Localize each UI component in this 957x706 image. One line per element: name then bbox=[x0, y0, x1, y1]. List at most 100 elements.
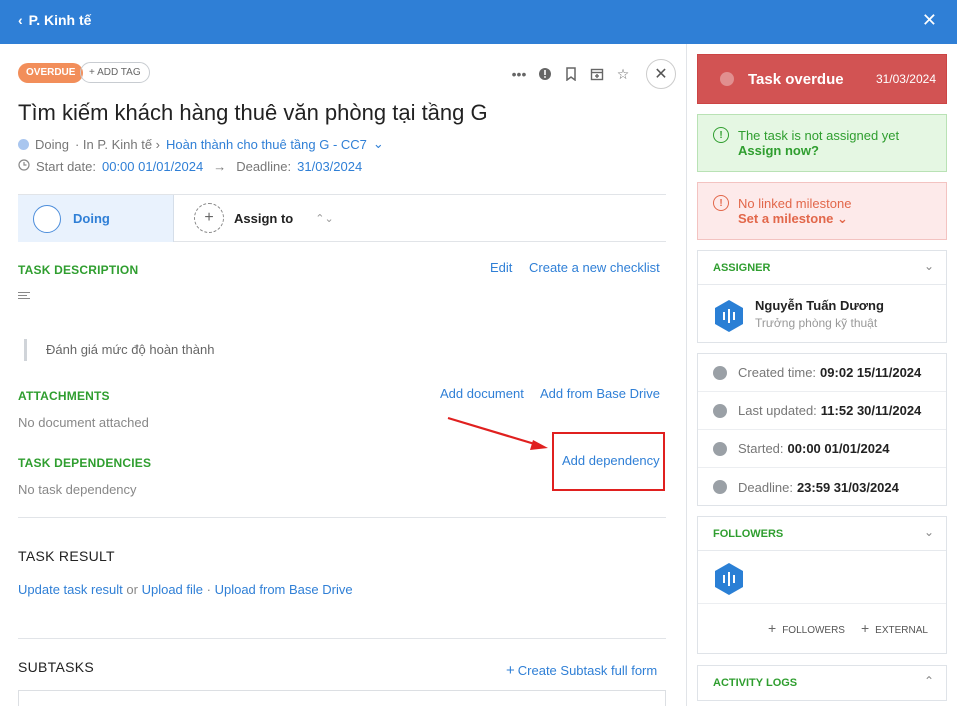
breadcrumb-separator: · In P. Kinh tế › bbox=[74, 136, 160, 152]
alert-icon[interactable] bbox=[536, 65, 554, 83]
milestone-card: ! No linked milestone Set a milestone ⌄ bbox=[697, 182, 947, 240]
create-checklist-link[interactable]: Create a new checklist bbox=[529, 260, 660, 275]
upload-file-link[interactable]: Upload file bbox=[142, 582, 203, 597]
plus-icon: + bbox=[506, 662, 515, 679]
assign-to-label: Assign to bbox=[234, 210, 294, 226]
assign-to-button[interactable]: + Assign to ⌃⌄ bbox=[194, 203, 334, 233]
clock-icon bbox=[713, 480, 727, 494]
task-breadcrumb: Doing · In P. Kinh tế › Hoàn thành cho t… bbox=[18, 136, 384, 152]
status-label: Doing bbox=[73, 211, 110, 226]
updown-chevron-icon: ⌃⌄ bbox=[315, 212, 334, 225]
not-assigned-card: ! The task is not assigned yet Assign no… bbox=[697, 114, 947, 172]
assigner-card: ASSIGNER ⌄ Nguyễn Tuấn Dương Trưởng phòn… bbox=[697, 250, 947, 343]
last-updated-value: 11:52 30/11/2024 bbox=[820, 403, 922, 418]
deadline-value[interactable]: 31/03/2024 bbox=[297, 159, 362, 174]
task-dates: Start date: 00:00 01/01/2024 → Deadline:… bbox=[18, 159, 362, 174]
deadline-row: Deadline: 23:59 31/03/2024 bbox=[698, 468, 946, 506]
task-dependencies-heading: TASK DEPENDENCIES bbox=[18, 456, 152, 470]
top-bar: ‹ P. Kinh tế ✕ bbox=[0, 0, 957, 44]
assigner-header: ASSIGNER ⌄ bbox=[698, 251, 946, 285]
alert-icon bbox=[720, 72, 734, 86]
chevron-down-icon[interactable]: ⌄ bbox=[373, 136, 384, 152]
attachments-heading: ATTACHMENTS bbox=[18, 389, 110, 403]
back-label: P. Kinh tế bbox=[28, 12, 92, 28]
dot-separator: · bbox=[203, 582, 215, 597]
warning-icon: ! bbox=[713, 195, 729, 211]
assign-now-link[interactable]: Assign now? bbox=[738, 143, 819, 158]
highlight-box bbox=[552, 432, 665, 491]
task-toolbar: ••• ☆ ✕ bbox=[510, 59, 676, 89]
activity-logs-card: ACTIVITY LOGS ⌃ bbox=[697, 665, 947, 701]
add-followers-button[interactable]: + FOLLOWERS bbox=[768, 620, 845, 636]
deadline-label: Deadline: bbox=[236, 159, 292, 174]
time-info-card: Created time: 09:02 15/11/2024 Last updat… bbox=[697, 353, 947, 506]
clock-icon bbox=[18, 159, 30, 174]
status-dot-icon bbox=[18, 138, 29, 150]
add-external-button[interactable]: + EXTERNAL bbox=[861, 620, 928, 636]
deadline-value: 23:59 31/03/2024 bbox=[796, 479, 899, 495]
followers-divider bbox=[698, 603, 946, 604]
star-icon[interactable]: ☆ bbox=[614, 65, 632, 83]
chevron-down-icon[interactable]: ⌄ bbox=[924, 525, 934, 539]
not-assigned-text: The task is not assigned yet bbox=[738, 128, 900, 143]
or-text: or bbox=[122, 582, 142, 597]
page-title: Tìm kiếm khách hàng thuê văn phòng tại t… bbox=[18, 100, 488, 125]
task-main-panel: OVERDUE + ADD TAG ••• ☆ ✕ Tìm kiếm khách… bbox=[0, 44, 686, 706]
plus-icon: + bbox=[860, 620, 870, 636]
subtasks-heading: SUBTASKS bbox=[18, 659, 95, 675]
overdue-date: 31/03/2024 bbox=[875, 72, 936, 86]
upload-drive-link[interactable]: Upload from Base Drive bbox=[215, 582, 353, 597]
status-text: Doing bbox=[35, 136, 69, 152]
status-ring-icon bbox=[33, 204, 61, 233]
close-task-icon[interactable]: ✕ bbox=[646, 59, 676, 89]
bookmark-icon[interactable] bbox=[562, 65, 580, 83]
assigner-role: Trưởng phòng kỹ thuật bbox=[755, 316, 878, 330]
clock-icon bbox=[713, 403, 727, 418]
section-divider bbox=[18, 517, 666, 518]
last-updated-row: Last updated: 11:52 30/11/2024 bbox=[698, 392, 946, 430]
followers-header: FOLLOWERS ⌄ bbox=[698, 517, 946, 551]
activity-logs-heading: ACTIVITY LOGS bbox=[713, 677, 798, 689]
started-label: Started: bbox=[738, 441, 784, 456]
update-result-link[interactable]: Update task result bbox=[18, 582, 123, 597]
assigner-name[interactable]: Nguyễn Tuấn Dương bbox=[755, 298, 884, 313]
status-selector[interactable]: Doing bbox=[18, 195, 174, 242]
plus-icon: + bbox=[194, 203, 224, 233]
followers-heading: FOLLOWERS bbox=[713, 528, 784, 540]
followers-card: FOLLOWERS ⌄ + FOLLOWERS + EXTERNAL bbox=[697, 516, 947, 654]
back-button[interactable]: ‹ P. Kinh tế bbox=[18, 12, 91, 28]
close-icon[interactable]: ✕ bbox=[922, 10, 937, 31]
chevron-down-icon[interactable]: ⌄ bbox=[924, 259, 934, 273]
project-link[interactable]: Hoàn thành cho thuê tầng G - CC7 bbox=[166, 137, 367, 152]
chevron-up-icon[interactable]: ⌃ bbox=[924, 674, 934, 688]
text-lines-icon bbox=[18, 292, 30, 301]
start-date-value[interactable]: 00:00 01/01/2024 bbox=[102, 159, 203, 174]
more-icon[interactable]: ••• bbox=[510, 65, 528, 83]
calendar-icon[interactable] bbox=[588, 65, 606, 83]
overdue-title: Task overdue bbox=[748, 70, 844, 88]
add-tag-button[interactable]: + ADD TAG bbox=[80, 62, 150, 83]
last-updated-label: Last updated: bbox=[738, 403, 817, 418]
avatar[interactable] bbox=[713, 562, 745, 596]
edit-description-link[interactable]: Edit bbox=[490, 260, 512, 275]
add-followers-label: FOLLOWERS bbox=[782, 625, 845, 636]
chevron-left-icon: ‹ bbox=[18, 12, 23, 28]
create-subtask-button[interactable]: + Create Subtask full form bbox=[506, 662, 657, 679]
activity-logs-header[interactable]: ACTIVITY LOGS ⌃ bbox=[698, 666, 946, 700]
panel-divider bbox=[686, 44, 687, 706]
set-milestone-link[interactable]: Set a milestone ⌄ bbox=[738, 211, 848, 227]
created-time-row: Created time: 09:02 15/11/2024 bbox=[698, 354, 946, 392]
subtask-input-box[interactable] bbox=[18, 690, 666, 706]
section-divider bbox=[18, 638, 666, 639]
started-row: Started: 00:00 01/01/2024 bbox=[698, 430, 946, 468]
add-document-link[interactable]: Add document bbox=[440, 386, 524, 401]
no-milestone-text: No linked milestone bbox=[738, 196, 852, 211]
play-icon bbox=[713, 441, 727, 456]
avatar[interactable] bbox=[713, 299, 745, 333]
overdue-banner: Task overdue 31/03/2024 bbox=[697, 54, 947, 104]
add-from-drive-link[interactable]: Add from Base Drive bbox=[540, 386, 660, 401]
no-attachment-text: No document attached bbox=[18, 415, 149, 430]
add-external-label: EXTERNAL bbox=[875, 625, 928, 636]
overdue-tag: OVERDUE bbox=[18, 63, 84, 83]
assigner-heading: ASSIGNER bbox=[713, 262, 771, 274]
